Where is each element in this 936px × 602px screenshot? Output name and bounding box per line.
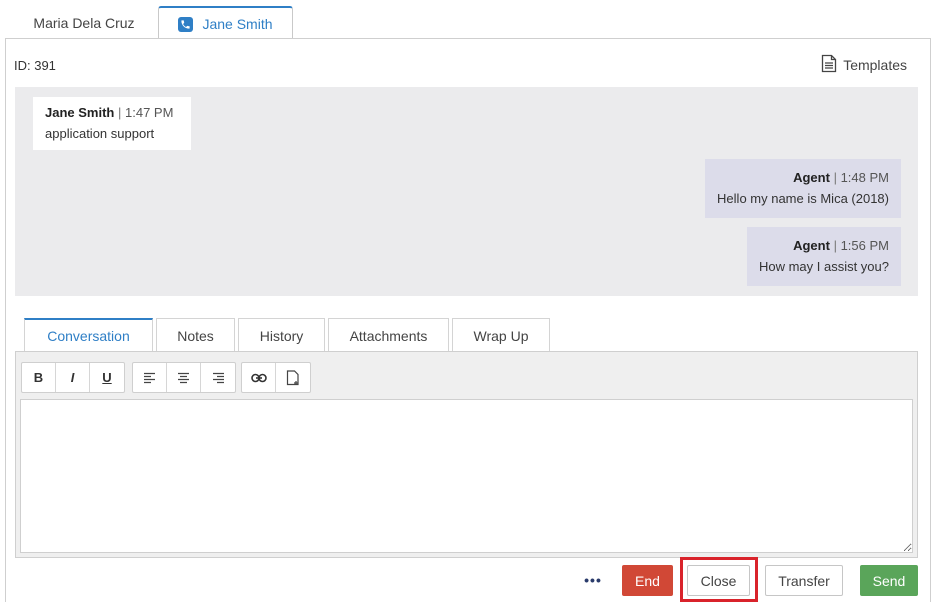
tab-label: Attachments: [349, 327, 428, 344]
message-editor: B I U: [15, 351, 918, 558]
alignment-group: [132, 362, 236, 393]
message-separator: |: [833, 238, 837, 253]
message-time: 1:56 PM: [840, 238, 889, 253]
message-text: Hello my name is Mica (2018): [717, 191, 889, 206]
align-left-icon: [144, 372, 155, 383]
align-center-icon: [178, 372, 189, 383]
message-text: How may I assist you?: [758, 259, 889, 274]
message-separator: |: [117, 105, 122, 120]
message-sender: Agent: [793, 170, 830, 185]
text-style-group: B I U: [21, 362, 125, 393]
align-center-button[interactable]: [167, 363, 201, 392]
message-sender: Agent: [793, 238, 830, 253]
insert-group: [241, 362, 311, 393]
underline-button[interactable]: U: [90, 363, 124, 392]
tab-label: History: [259, 327, 304, 344]
tab-history[interactable]: History: [238, 318, 325, 352]
send-button[interactable]: Send: [860, 565, 918, 596]
templates-button[interactable]: Templates: [821, 54, 907, 76]
italic-button[interactable]: I: [56, 363, 90, 392]
close-highlight-box: [680, 557, 758, 602]
bold-button[interactable]: B: [22, 363, 56, 392]
tab-notes[interactable]: Notes: [156, 318, 235, 352]
align-right-button[interactable]: [201, 363, 235, 392]
tab-label: Notes: [177, 327, 214, 344]
message-time: 1:48 PM: [840, 170, 889, 185]
message-text: application support: [45, 126, 155, 141]
message-sender: Jane Smith: [45, 105, 115, 120]
templates-label: Templates: [843, 57, 907, 73]
tab-conversation[interactable]: Conversation: [24, 318, 153, 352]
message-separator: |: [833, 170, 837, 185]
message-input[interactable]: [20, 399, 913, 553]
link-icon: [250, 373, 267, 382]
session-tab-label: Maria Dela Cruz: [33, 14, 135, 31]
message-agent: Agent | 1:48 PM Hello my name is Mica (2…: [705, 159, 901, 218]
insert-file-button[interactable]: [276, 363, 310, 392]
session-tab-maria-dela-cruz[interactable]: Maria Dela Cruz: [13, 6, 155, 39]
session-tab-label: Jane Smith: [202, 16, 273, 32]
message-agent: Agent | 1:56 PM How may I assist you?: [746, 227, 901, 286]
phone-icon: [178, 16, 194, 32]
tab-label: Wrap Up: [473, 327, 529, 344]
message-customer: Jane Smith | 1:47 PM application support: [33, 97, 191, 150]
align-right-icon: [212, 372, 224, 383]
conversation-id: ID: 391: [14, 58, 56, 73]
chat-transcript: Jane Smith | 1:47 PM application support…: [15, 87, 918, 296]
tab-label: Conversation: [47, 328, 130, 344]
file-add-icon: [286, 369, 299, 385]
insert-link-button[interactable]: [242, 363, 276, 392]
end-button[interactable]: End: [622, 565, 673, 596]
session-tab-jane-smith[interactable]: Jane Smith: [158, 6, 293, 40]
tab-attachments[interactable]: Attachments: [328, 318, 449, 352]
more-options-button[interactable]: •••: [580, 566, 606, 594]
message-time: 1:47 PM: [125, 105, 174, 120]
align-left-button[interactable]: [133, 363, 167, 392]
transfer-button[interactable]: Transfer: [765, 565, 843, 596]
session-tabs: Maria Dela Cruz Jane Smith: [0, 0, 936, 40]
tab-wrap-up[interactable]: Wrap Up: [452, 318, 550, 352]
document-icon: [821, 54, 837, 76]
